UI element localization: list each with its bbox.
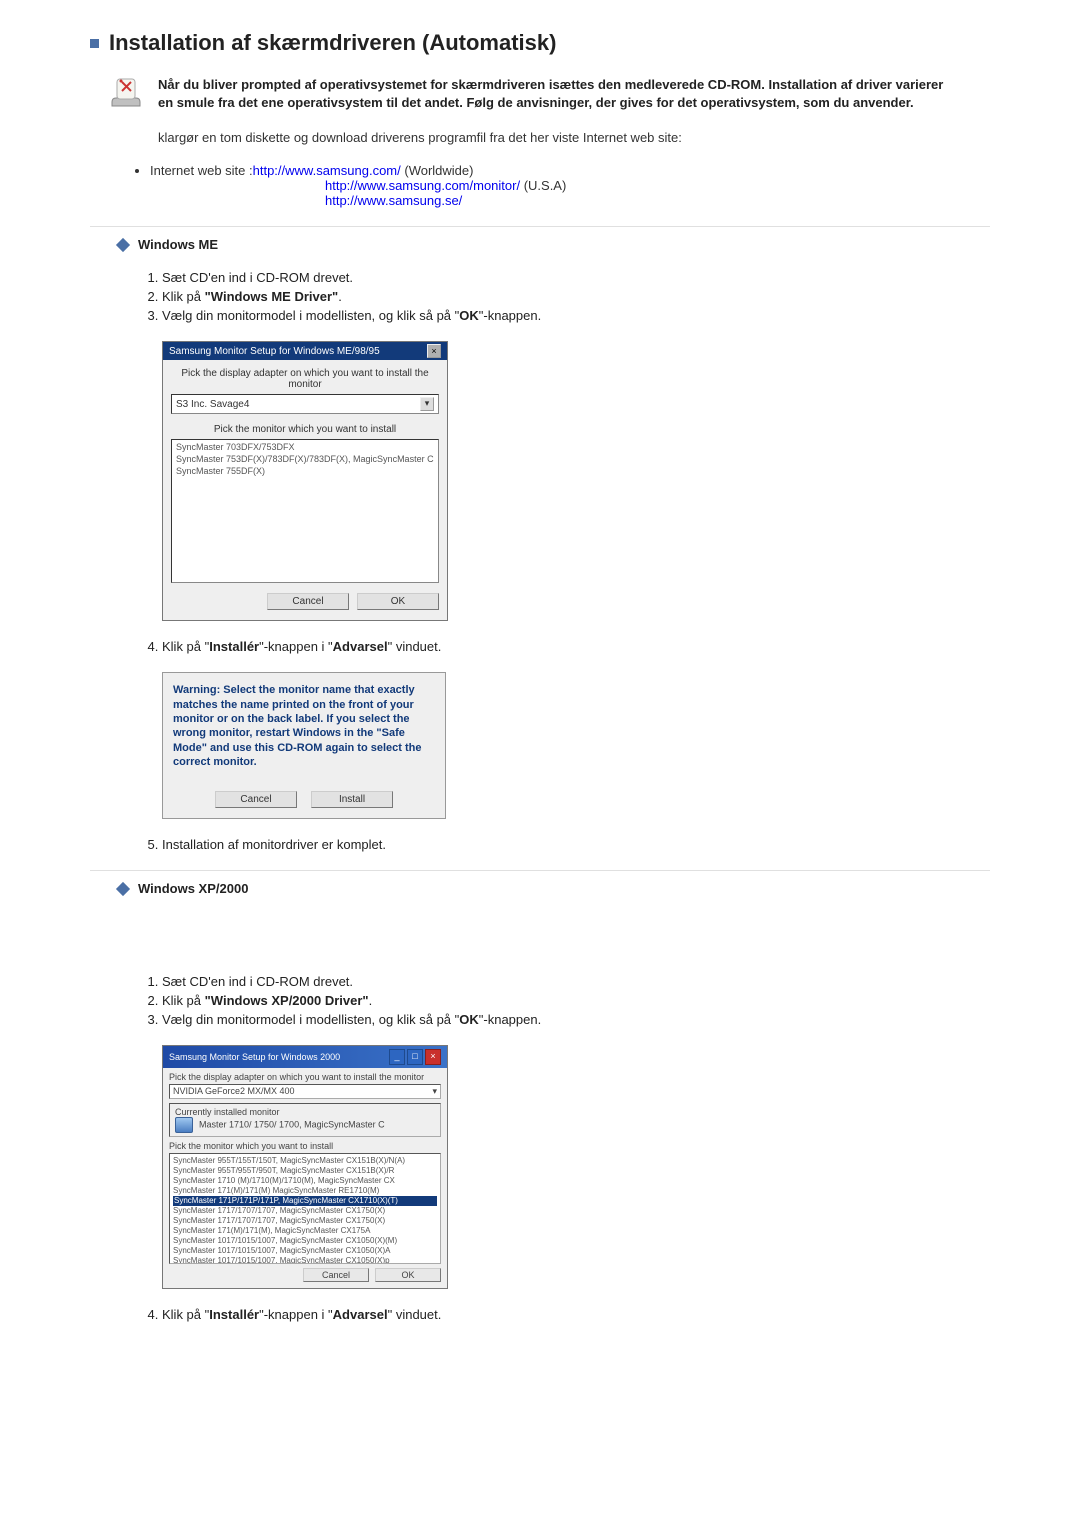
steps-me-end: Installation af monitordriver er komplet… — [130, 837, 990, 852]
section-title-xp: Windows XP/2000 — [138, 881, 248, 896]
link-prefix: Internet web site : — [150, 163, 253, 178]
steps-me-cont: Klik på "Installér"-knappen i "Advarsel"… — [130, 639, 990, 654]
list-item-selected: SyncMaster 171P/171P/171P, MagicSyncMast… — [173, 1196, 437, 1206]
step-2: Klik på "Windows ME Driver". — [162, 289, 950, 304]
intro-text: Når du bliver prompted af operativsystem… — [158, 76, 990, 112]
step-4: Klik på "Installér"-knappen i "Advarsel"… — [162, 1307, 950, 1322]
dialog-titlebar: Samsung Monitor Setup for Windows ME/98/… — [163, 342, 447, 360]
list-item: SyncMaster 753DF(X)/783DF(X)/783DF(X), M… — [176, 454, 434, 466]
adapter-dropdown[interactable]: S3 Inc. Savage4 ▾ — [171, 394, 439, 414]
list-item: SyncMaster 703DFX/753DFX — [176, 442, 434, 454]
steps-xp-cont: Klik på "Installér"-knappen i "Advarsel"… — [130, 1307, 990, 1322]
adapter-label: Pick the display adapter on which you wa… — [171, 368, 439, 390]
list-item: SyncMaster 1710 (M)/1710(M)/1710(M), Mag… — [173, 1176, 437, 1186]
list-item: SyncMaster 1717/1707/1707, MagicSyncMast… — [173, 1206, 437, 1216]
step-5: Installation af monitordriver er komplet… — [162, 837, 950, 852]
install-button[interactable]: Install — [311, 791, 393, 808]
link-se[interactable]: http://www.samsung.se/ — [325, 193, 462, 208]
ok-button[interactable]: OK — [375, 1268, 441, 1282]
adapter-label: Pick the display adapter on which you wa… — [169, 1072, 441, 1082]
list-item: SyncMaster 171(M)/171(M), MagicSyncMaste… — [173, 1226, 437, 1236]
warning-text: Warning: Select the monitor name that ex… — [173, 683, 435, 769]
close-icon[interactable]: × — [425, 1049, 441, 1065]
monitor-icon — [175, 1117, 193, 1133]
section-header-xp: Windows XP/2000 — [118, 881, 990, 896]
step-3: Vælg din monitormodel i modellisten, og … — [162, 1012, 950, 1027]
steps-xp: Sæt CD'en ind i CD-ROM drevet. Klik på "… — [130, 974, 990, 1027]
maximize-icon[interactable]: □ — [407, 1049, 423, 1065]
step-1: Sæt CD'en ind i CD-ROM drevet. — [162, 270, 950, 285]
current-monitor-group: Currently installed monitor Master 1710/… — [169, 1103, 441, 1137]
list-item: SyncMaster 955T/155T/150T, MagicSyncMast… — [173, 1156, 437, 1166]
monitor-listbox[interactable]: SyncMaster 955T/155T/150T, MagicSyncMast… — [169, 1153, 441, 1264]
list-item: SyncMaster 955T/955T/950T, MagicSyncMast… — [173, 1166, 437, 1176]
divider — [90, 870, 990, 871]
links-list: Internet web site :http://www.samsung.co… — [150, 163, 990, 208]
steps-me: Sæt CD'en ind i CD-ROM drevet. Klik på "… — [130, 270, 990, 323]
diamond-icon — [116, 238, 130, 252]
link-row: Internet web site :http://www.samsung.co… — [150, 163, 990, 208]
screenshot-me-dialog1: Samsung Monitor Setup for Windows ME/98/… — [162, 341, 990, 621]
step-2: Klik på "Windows XP/2000 Driver". — [162, 993, 950, 1008]
step-1: Sæt CD'en ind i CD-ROM drevet. — [162, 974, 950, 989]
screenshot-me-dialog2: Warning: Select the monitor name that ex… — [162, 672, 990, 819]
list-item: SyncMaster 171(M)/171(M) MagicSyncMaster… — [173, 1186, 437, 1196]
page-title-text: Installation af skærmdriveren (Automatis… — [109, 30, 556, 56]
dialog-titlebar: Samsung Monitor Setup for Windows 2000 _… — [163, 1046, 447, 1068]
minimize-icon[interactable]: _ — [389, 1049, 405, 1065]
list-item: SyncMaster 1017/1015/1007, MagicSyncMast… — [173, 1246, 437, 1256]
section-title-me: Windows ME — [138, 237, 218, 252]
current-value: Master 1710/ 1750/ 1700, MagicSyncMaster… — [199, 1120, 385, 1130]
step-3: Vælg din monitormodel i modellisten, og … — [162, 308, 950, 323]
page-title: Installation af skærmdriveren (Automatis… — [90, 30, 990, 56]
cancel-button[interactable]: Cancel — [267, 593, 349, 610]
ok-button[interactable]: OK — [357, 593, 439, 610]
link-us-suffix: (U.S.A) — [520, 178, 566, 193]
close-icon[interactable]: × — [427, 344, 441, 358]
cancel-button[interactable]: Cancel — [215, 791, 297, 808]
adapter-value: NVIDIA GeForce2 MX/MX 400 — [173, 1086, 295, 1097]
chevron-down-icon: ▾ — [432, 1086, 437, 1097]
current-label: Currently installed monitor — [175, 1107, 435, 1117]
divider — [90, 226, 990, 227]
diamond-icon — [116, 882, 130, 896]
list-item: SyncMaster 755DF(X) — [176, 466, 434, 478]
link-worldwide[interactable]: http://www.samsung.com/ — [253, 163, 401, 178]
link-ww-suffix: (Worldwide) — [401, 163, 474, 178]
dialog-title: Samsung Monitor Setup for Windows ME/98/… — [169, 346, 380, 357]
cancel-button[interactable]: Cancel — [303, 1268, 369, 1282]
adapter-dropdown[interactable]: NVIDIA GeForce2 MX/MX 400 ▾ — [169, 1084, 441, 1099]
list-item: SyncMaster 1717/1707/1707, MagicSyncMast… — [173, 1216, 437, 1226]
monitor-label: Pick the monitor which you want to insta… — [169, 1141, 441, 1151]
list-item: SyncMaster 1017/1015/1007, MagicSyncMast… — [173, 1256, 437, 1264]
list-item: SyncMaster 1017/1015/1007, MagicSyncMast… — [173, 1236, 437, 1246]
intro-row: Når du bliver prompted af operativsystem… — [90, 76, 990, 112]
step-4: Klik på "Installér"-knappen i "Advarsel"… — [162, 639, 950, 654]
adapter-value: S3 Inc. Savage4 — [176, 399, 249, 410]
section-header-me: Windows ME — [118, 237, 990, 252]
link-usa[interactable]: http://www.samsung.com/monitor/ — [325, 178, 520, 193]
dialog-title: Samsung Monitor Setup for Windows 2000 — [169, 1052, 340, 1062]
title-bullet-icon — [90, 39, 99, 48]
prep-text: klargør en tom diskette og download driv… — [158, 130, 990, 145]
chevron-down-icon: ▾ — [420, 397, 434, 411]
screenshot-xp-dialog1: Samsung Monitor Setup for Windows 2000 _… — [162, 1045, 990, 1289]
monitor-label: Pick the monitor which you want to insta… — [171, 424, 439, 435]
monitor-listbox[interactable]: SyncMaster 703DFX/753DFX SyncMaster 753D… — [171, 439, 439, 583]
note-icon — [108, 76, 144, 112]
